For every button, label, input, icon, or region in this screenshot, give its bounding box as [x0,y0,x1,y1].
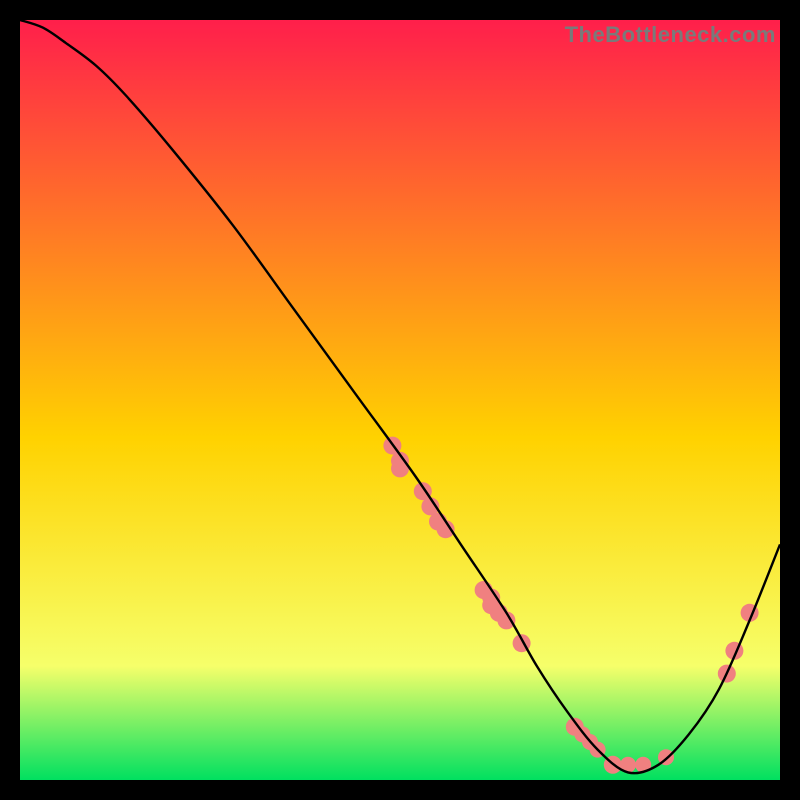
watermark-label: TheBottleneck.com [561,20,780,50]
chart-frame: TheBottleneck.com [20,20,780,780]
bottleneck-chart [20,20,780,780]
gradient-background [20,20,780,780]
